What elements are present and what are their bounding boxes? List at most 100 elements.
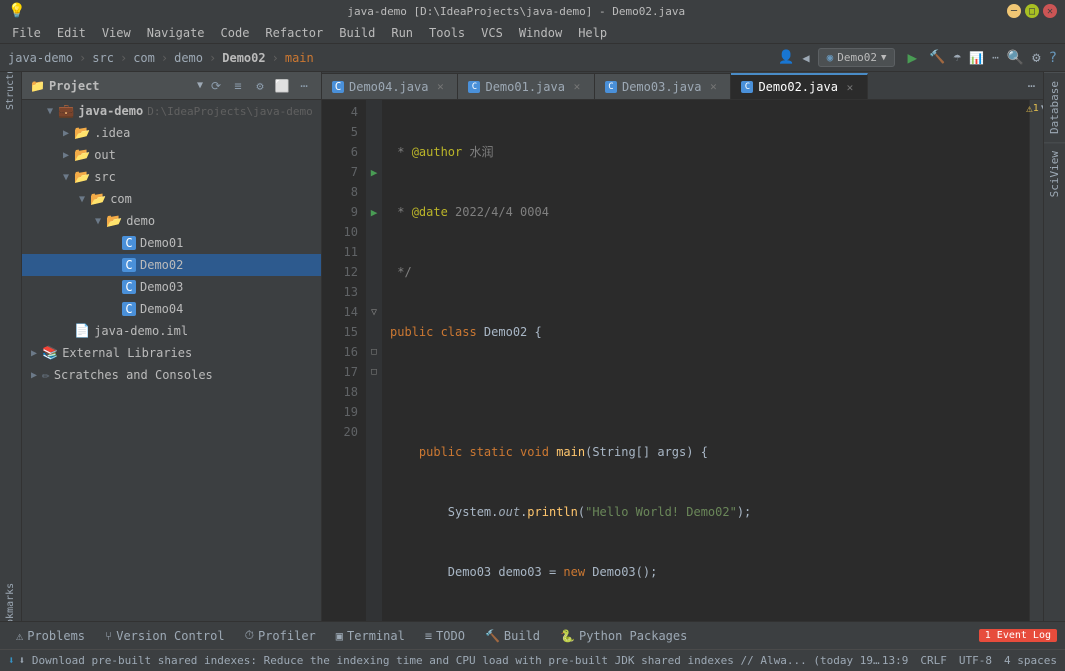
- settings-icon[interactable]: ⚙: [251, 77, 269, 95]
- menu-vcs[interactable]: VCS: [473, 22, 511, 44]
- menu-code[interactable]: Code: [213, 22, 258, 44]
- tab-more-button[interactable]: ⋯: [1020, 73, 1043, 99]
- nav-src[interactable]: src: [92, 51, 114, 65]
- menu-build[interactable]: Build: [331, 22, 383, 44]
- build-tab[interactable]: 🔨 Build: [477, 622, 548, 650]
- database-tab[interactable]: Database: [1044, 72, 1065, 142]
- tab-demo04[interactable]: C Demo04.java ✕: [322, 73, 458, 99]
- code-content[interactable]: * @author 水润 * @date 2022/4/4 0004 */ pu…: [382, 100, 1029, 621]
- menu-file[interactable]: File: [4, 22, 49, 44]
- menu-refactor[interactable]: Refactor: [257, 22, 331, 44]
- tree-label-java-demo: java-demo: [78, 104, 143, 118]
- tree-item-demo[interactable]: ▼ 📂 demo: [22, 210, 321, 232]
- tree-item-com[interactable]: ▼ 📂 com: [22, 188, 321, 210]
- project-folder-icon: 💼: [58, 104, 74, 119]
- menu-view[interactable]: View: [94, 22, 139, 44]
- run-config-selector[interactable]: ◉ Demo02 ▼: [818, 48, 896, 67]
- tree-item-demo01[interactable]: C Demo01: [22, 232, 321, 254]
- sciview-tab[interactable]: SciView: [1044, 142, 1065, 205]
- fold-line-16[interactable]: □: [366, 342, 382, 362]
- tab-demo03[interactable]: C Demo03.java ✕: [595, 73, 731, 99]
- nav-demo[interactable]: demo: [174, 51, 203, 65]
- collapse-all-icon[interactable]: ≡: [229, 77, 247, 95]
- code-line-6: */: [390, 262, 1021, 282]
- tree-item-demo03[interactable]: C Demo03: [22, 276, 321, 298]
- run-line-9[interactable]: ▶: [366, 202, 382, 222]
- warning-count: 1: [1033, 103, 1039, 114]
- search-everywhere-btn[interactable]: 🔍: [1007, 50, 1024, 66]
- terminal-tab[interactable]: ▣ Terminal: [328, 622, 413, 650]
- tree-arrow-external-libs: ▶: [26, 348, 42, 359]
- menu-window[interactable]: Window: [511, 22, 570, 44]
- structure-tab[interactable]: Structure: [0, 72, 21, 94]
- tree-item-iml[interactable]: 📄 java-demo.iml: [22, 320, 321, 342]
- tree-label-external-libs: External Libraries: [62, 346, 192, 360]
- tree-arrow-com: ▼: [74, 194, 90, 205]
- maximize-button[interactable]: □: [1025, 4, 1039, 18]
- close-button[interactable]: ✕: [1043, 4, 1057, 18]
- indent-setting[interactable]: 4 spaces: [1004, 654, 1057, 667]
- panel-options-icon[interactable]: ⋯: [295, 77, 313, 95]
- info-message[interactable]: ⬇ Download pre-built shared indexes: Red…: [19, 654, 882, 667]
- tree-item-external-libs[interactable]: ▶ 📚 External Libraries: [22, 342, 321, 364]
- tree-item-src[interactable]: ▼ 📂 src: [22, 166, 321, 188]
- tab-demo04-close[interactable]: ✕: [433, 80, 447, 94]
- version-control-label: Version Control: [116, 629, 224, 643]
- info-bar: ⬇ ⬇ Download pre-built shared indexes: R…: [0, 649, 1065, 671]
- nav-demo02[interactable]: Demo02: [222, 51, 265, 65]
- tab-demo02-close[interactable]: ✕: [843, 80, 857, 94]
- line-ending[interactable]: CRLF: [920, 654, 947, 667]
- demo01-java-icon: C: [122, 236, 136, 250]
- help-btn[interactable]: ?: [1049, 50, 1057, 66]
- nav-user-icon[interactable]: 👤: [778, 50, 794, 65]
- menu-run[interactable]: Run: [383, 22, 421, 44]
- expand-warnings-icon[interactable]: ▼: [1041, 103, 1043, 114]
- tree-item-demo04[interactable]: C Demo04: [22, 298, 321, 320]
- bookmarks-tab[interactable]: Bookmarks: [0, 599, 21, 621]
- warning-indicator-top[interactable]: ⚠ 1 ▼: [1030, 100, 1043, 117]
- code-editor[interactable]: 4 5 6 7 8 9 10 11 12 13 14 15 16 17 18 1…: [322, 100, 1043, 621]
- tree-item-scratches[interactable]: ▶ ✏ Scratches and Consoles: [22, 364, 321, 386]
- menu-help[interactable]: Help: [570, 22, 615, 44]
- expand-icon[interactable]: ⬜: [273, 77, 291, 95]
- version-control-tab[interactable]: ⑂ Version Control: [97, 622, 233, 650]
- panel-dropdown[interactable]: ▼: [197, 80, 203, 91]
- cursor-position[interactable]: 13:9: [882, 654, 909, 667]
- run-button[interactable]: ▶: [903, 48, 921, 67]
- todo-label: TODO: [436, 629, 465, 643]
- menu-tools[interactable]: Tools: [421, 22, 473, 44]
- title-bar-controls: ─ □ ✕: [1007, 4, 1057, 18]
- nav-main[interactable]: main: [285, 51, 314, 65]
- nav-project[interactable]: java-demo: [8, 51, 73, 65]
- tree-item-out[interactable]: ▶ 📂 out: [22, 144, 321, 166]
- menu-edit[interactable]: Edit: [49, 22, 94, 44]
- problems-tab[interactable]: ⚠ Problems: [8, 622, 93, 650]
- run-line-7[interactable]: ▶: [366, 162, 382, 182]
- profiler-button[interactable]: 📊: [969, 51, 984, 65]
- python-packages-tab[interactable]: 🐍 Python Packages: [552, 622, 695, 650]
- nav-back-icon[interactable]: ◀: [802, 51, 809, 65]
- todo-tab[interactable]: ≡ TODO: [417, 622, 473, 650]
- encoding[interactable]: UTF-8: [959, 654, 992, 667]
- fold-line-14[interactable]: ▽: [366, 302, 382, 322]
- tab-demo01-close[interactable]: ✕: [570, 80, 584, 94]
- menu-navigate[interactable]: Navigate: [139, 22, 213, 44]
- fold-line-17[interactable]: □: [366, 362, 382, 382]
- more-run-options[interactable]: ⋯: [992, 51, 999, 64]
- sync-icon[interactable]: ⟳: [207, 77, 225, 95]
- coverage-button[interactable]: ☂: [953, 50, 961, 65]
- build-button[interactable]: 🔨: [929, 50, 945, 65]
- nav-com[interactable]: com: [133, 51, 155, 65]
- tab-demo03-close[interactable]: ✕: [706, 80, 720, 94]
- event-log-area: 1 Event Log: [979, 629, 1057, 642]
- code-line-4: * @author 水润: [390, 142, 1021, 162]
- event-log-button[interactable]: 1 Event Log: [979, 629, 1057, 642]
- tab-demo02[interactable]: C Demo02.java ✕: [731, 73, 867, 99]
- profiler-tab[interactable]: ⏱ Profiler: [237, 622, 324, 650]
- tree-item-java-demo[interactable]: ▼ 💼 java-demo D:\IdeaProjects\java-demo: [22, 100, 321, 122]
- tree-item-demo02[interactable]: C Demo02: [22, 254, 321, 276]
- minimize-button[interactable]: ─: [1007, 4, 1021, 18]
- settings-btn[interactable]: ⚙: [1032, 50, 1040, 66]
- tab-demo01[interactable]: C Demo01.java ✕: [458, 73, 594, 99]
- tree-item-idea[interactable]: ▶ 📂 .idea: [22, 122, 321, 144]
